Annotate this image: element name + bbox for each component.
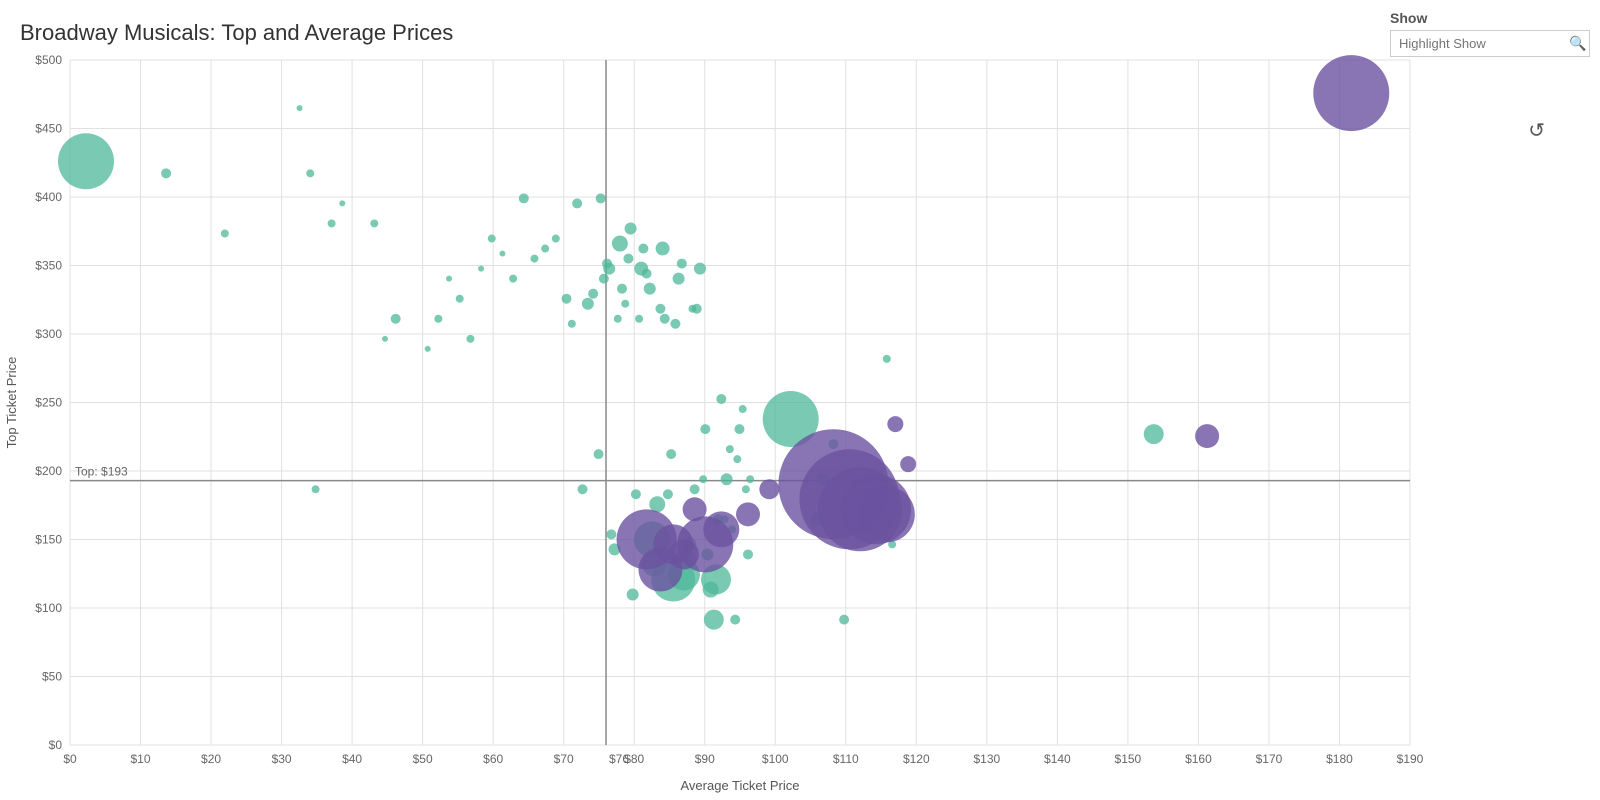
svg-text:$400: $400 [35, 190, 62, 204]
svg-text:$70: $70 [554, 752, 574, 766]
svg-text:$140: $140 [1044, 752, 1071, 766]
svg-text:$170: $170 [1256, 752, 1283, 766]
svg-text:Top Ticket Price: Top Ticket Price [4, 357, 19, 449]
svg-text:$0: $0 [49, 738, 63, 752]
svg-text:$150: $150 [1115, 752, 1142, 766]
svg-text:$100: $100 [762, 752, 789, 766]
svg-text:$250: $250 [35, 396, 62, 410]
svg-text:$160: $160 [1185, 752, 1212, 766]
svg-text:$150: $150 [35, 533, 62, 547]
svg-text:$20: $20 [201, 752, 221, 766]
svg-text:$110: $110 [833, 752, 859, 766]
svg-text:$350: $350 [35, 259, 62, 273]
svg-text:$120: $120 [903, 752, 930, 766]
svg-text:$130: $130 [973, 752, 1000, 766]
svg-text:$100: $100 [35, 601, 62, 615]
svg-text:$190: $190 [1397, 752, 1424, 766]
svg-text:$0: $0 [63, 752, 77, 766]
svg-text:$30: $30 [272, 752, 292, 766]
svg-text:$76: $76 [609, 752, 629, 766]
svg-text:Average Ticket Price: Average Ticket Price [681, 778, 800, 793]
svg-text:$50: $50 [42, 670, 62, 684]
svg-text:$40: $40 [342, 752, 362, 766]
chart-svg: $0$10$20$30$40$50$60$70$80$90$100$110$12… [0, 0, 1600, 800]
chart-container: Broadway Musicals: Top and Average Price… [0, 0, 1600, 800]
svg-text:$500: $500 [35, 53, 62, 67]
svg-text:$200: $200 [35, 464, 62, 478]
svg-text:$60: $60 [483, 752, 503, 766]
svg-text:$90: $90 [695, 752, 715, 766]
svg-text:$50: $50 [413, 752, 433, 766]
svg-text:$450: $450 [35, 122, 62, 136]
svg-text:Top: $193: Top: $193 [75, 465, 128, 479]
svg-text:$300: $300 [35, 327, 62, 341]
svg-text:$180: $180 [1326, 752, 1353, 766]
svg-text:$10: $10 [131, 752, 151, 766]
